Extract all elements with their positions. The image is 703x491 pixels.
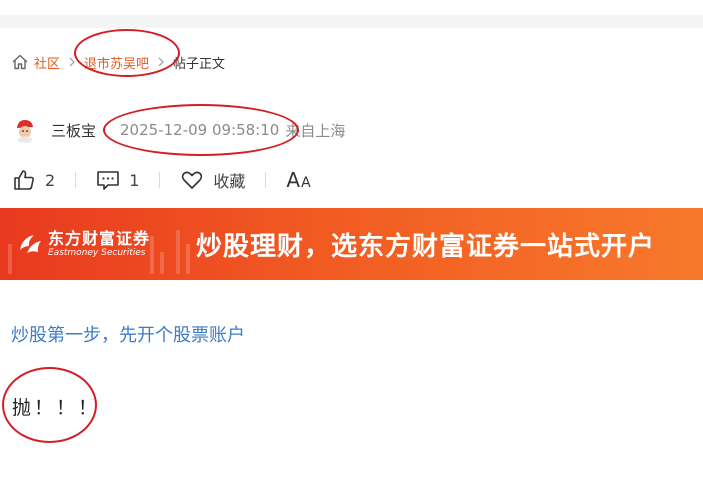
- home-icon[interactable]: [11, 53, 29, 71]
- font-size-small: A: [301, 175, 311, 191]
- breadcrumb-bar-link[interactable]: 退市苏吴吧: [84, 53, 149, 72]
- eastmoney-logo: 东方财富证券 Eastmoney Securities: [16, 224, 166, 264]
- banner-decoration: [176, 230, 180, 274]
- favorite-button[interactable]: 收藏: [180, 168, 245, 192]
- like-count: 2: [45, 170, 56, 190]
- divider: [265, 172, 267, 188]
- divider: [75, 172, 77, 188]
- breadcrumb-current: 帖子正文: [173, 56, 226, 72]
- post-location: 来自上海: [285, 121, 346, 140]
- ad-banner[interactable]: 东方财富证券 Eastmoney Securities 炒股理财，选东方财富证券…: [0, 208, 703, 280]
- favorite-label: 收藏: [213, 172, 246, 191]
- breadcrumb-community-link[interactable]: 社区: [34, 53, 60, 72]
- divider: [159, 172, 161, 188]
- post-content: 抛！！！: [12, 397, 101, 419]
- banner-decoration: [186, 244, 190, 274]
- font-size-large: A: [286, 168, 301, 192]
- post-author-row: 三板宝 2025-12-09 09:58:10 来自上海: [12, 116, 345, 144]
- breadcrumb: 社区 退市苏吴吧 帖子正文: [11, 52, 225, 72]
- thumbs-up-icon: [14, 170, 34, 190]
- eastmoney-logo-icon: [20, 235, 41, 253]
- logo-english-text: Eastmoney Securities: [48, 248, 146, 258]
- banner-decoration: [8, 244, 12, 274]
- font-size-button[interactable]: A A: [286, 168, 310, 192]
- logo-chinese-text: 东方财富证券: [48, 229, 151, 248]
- open-account-link[interactable]: 炒股第一步，先开个股票账户: [11, 321, 245, 347]
- comment-button[interactable]: 1: [96, 168, 139, 192]
- post-actions: 2 1 收藏 A A: [12, 166, 311, 194]
- banner-slogan: 炒股理财，选东方财富证券一站式开户: [196, 232, 656, 262]
- chevron-right-icon: [158, 57, 164, 67]
- avatar[interactable]: [12, 117, 38, 143]
- like-button[interactable]: 2: [12, 168, 55, 192]
- top-bar: [0, 15, 703, 28]
- comment-icon: [97, 171, 119, 190]
- author-name[interactable]: 三板宝: [51, 120, 96, 141]
- post-time: 2025-12-09 09:58:10: [120, 121, 280, 139]
- heart-icon: [182, 171, 203, 189]
- chevron-right-icon: [69, 57, 75, 67]
- comment-count: 1: [129, 170, 140, 190]
